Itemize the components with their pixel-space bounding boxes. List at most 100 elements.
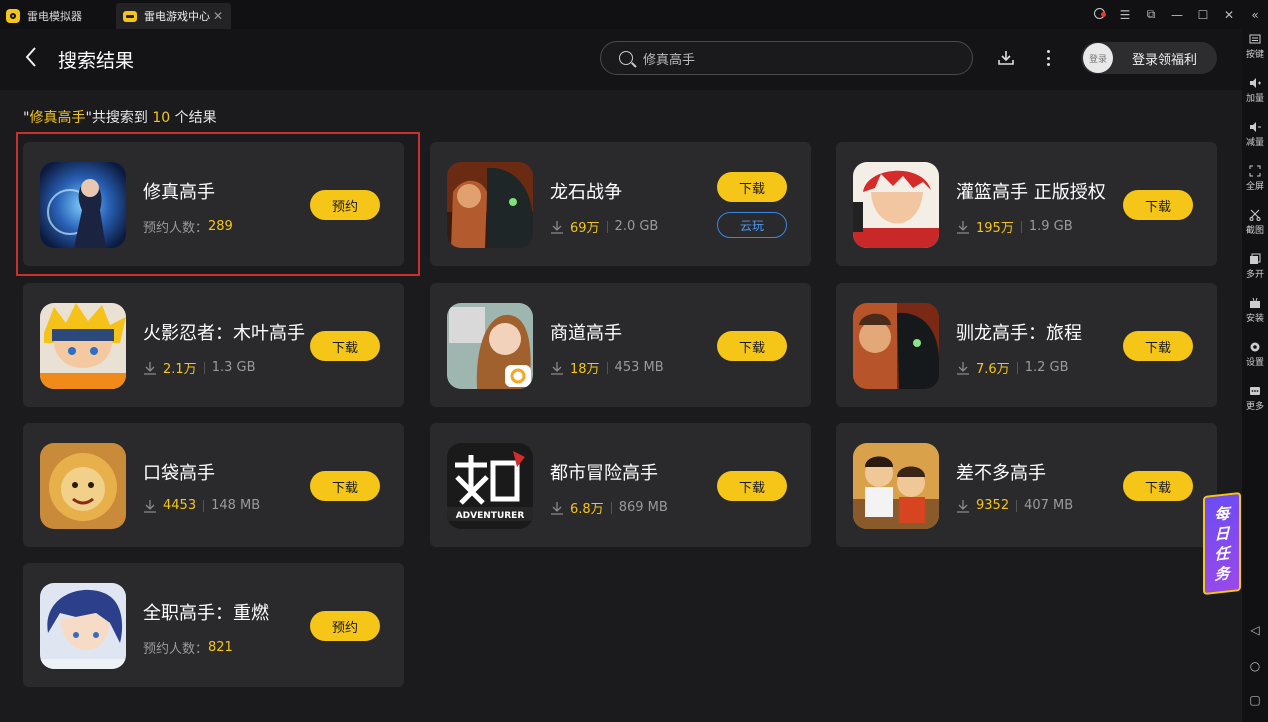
sidebar-item-volume-up[interactable]: 加量 <box>1242 77 1268 104</box>
game-card[interactable]: 火影忍者：木叶高手 2.1万 1.3 GB 下载 <box>23 283 404 407</box>
page-title: 搜索结果 <box>58 50 135 72</box>
download-count-icon <box>551 220 563 234</box>
download-count-icon <box>957 361 969 375</box>
game-card[interactable]: 龙石战争 69万 2.0 GB 下载 云玩 <box>430 142 811 266</box>
download-button[interactable]: 下载 <box>1123 331 1193 361</box>
nav-recents-icon[interactable]: ▢ <box>1242 693 1268 707</box>
sidebar-item-more[interactable]: 更多 <box>1242 385 1268 412</box>
window-controls: ☰ ⧉ — ☐ ✕ « <box>1086 0 1268 29</box>
results-summary: "修真高手"共搜索到 10 个结果 <box>23 110 217 126</box>
result-count: 10 <box>152 110 171 126</box>
avatar: 登录 <box>1083 43 1113 73</box>
fullscreen-icon <box>1249 165 1261 177</box>
game-icon <box>40 303 126 389</box>
game-meta: 2.1万 1.3 GB <box>143 358 256 377</box>
download-count-icon <box>957 499 969 513</box>
nav-back-icon[interactable]: ◁ <box>1242 623 1268 637</box>
game-icon: ADVENTURER <box>447 443 533 529</box>
back-button[interactable] <box>24 46 44 70</box>
game-card[interactable]: 口袋高手 4453 148 MB 下载 <box>23 423 404 547</box>
download-button[interactable]: 下载 <box>717 331 787 361</box>
game-name: 修真高手 <box>143 182 215 203</box>
emulator-sidebar: 按键 加量 减量 全屏 截图 多开 安装 设置 更多 ◁ ○ ▢ <box>1242 29 1268 722</box>
game-icon <box>40 162 126 248</box>
gear-icon <box>1250 342 1260 352</box>
download-count-icon <box>957 220 969 234</box>
game-name: 商道高手 <box>550 323 622 344</box>
download-manager-icon[interactable] <box>997 49 1015 67</box>
tab-emulator[interactable]: 雷电模拟器 <box>0 3 112 29</box>
game-card[interactable]: 商道高手 18万 453 MB 下载 <box>430 283 811 407</box>
game-icon <box>40 443 126 529</box>
sidebar-item-volume-down[interactable]: 减量 <box>1242 121 1268 148</box>
login-button[interactable]: 登录 登录领福利 <box>1081 42 1217 74</box>
user-icon[interactable] <box>1086 7 1112 22</box>
apk-install-icon <box>1250 297 1260 308</box>
game-icon <box>853 162 939 248</box>
download-count-icon <box>551 361 563 375</box>
sidebar-item-settings[interactable]: 设置 <box>1242 341 1268 368</box>
game-meta: 预约人数： 821 <box>143 640 233 657</box>
gamepad-icon <box>123 10 137 22</box>
ldplayer-logo-icon <box>6 9 20 23</box>
reserve-button[interactable]: 预约 <box>310 190 380 220</box>
game-card[interactable]: ADVENTURER 都市冒险高手 6.8万 869 MB 下载 <box>430 423 811 547</box>
download-button[interactable]: 下载 <box>310 331 380 361</box>
close-window-icon[interactable]: ✕ <box>1216 8 1242 22</box>
game-meta: 6.8万 869 MB <box>550 498 668 517</box>
download-button[interactable]: 下载 <box>310 471 380 501</box>
game-meta: 9352 407 MB <box>956 498 1073 513</box>
sidebar-item-install[interactable]: 安装 <box>1242 297 1268 324</box>
icon-art-text: ADVENTURER <box>456 511 525 521</box>
download-button[interactable]: 下载 <box>1123 190 1193 220</box>
game-name: 都市冒险高手 <box>550 463 658 484</box>
game-card[interactable]: 灌篮高手 正版授权 195万 1.9 GB 下载 <box>836 142 1217 266</box>
search-input[interactable] <box>643 50 943 66</box>
game-meta: 195万 1.9 GB <box>956 217 1073 236</box>
search-query: 修真高手 <box>29 110 86 126</box>
search-icon <box>619 51 633 65</box>
sidebar-item-screenshot[interactable]: 截图 <box>1242 209 1268 236</box>
search-box[interactable] <box>600 41 973 75</box>
pin-window-icon[interactable]: ⧉ <box>1138 7 1164 22</box>
game-card[interactable]: 全职高手：重燃 预约人数： 821 预约 <box>23 563 404 687</box>
menu-icon[interactable]: ☰ <box>1112 8 1138 22</box>
keyboard-icon <box>1249 34 1261 44</box>
game-name: 灌篮高手 正版授权 <box>956 182 1106 203</box>
close-tab-icon[interactable]: ✕ <box>213 9 223 23</box>
game-name: 全职高手：重燃 <box>143 603 269 624</box>
game-icon <box>853 303 939 389</box>
sidebar-item-fullscreen[interactable]: 全屏 <box>1242 165 1268 192</box>
scissors-icon <box>1249 209 1261 221</box>
more-options-icon[interactable] <box>1044 48 1052 68</box>
reserve-button[interactable]: 预约 <box>310 611 380 641</box>
game-meta: 4453 148 MB <box>143 498 260 513</box>
game-meta: 7.6万 1.2 GB <box>956 358 1069 377</box>
collapse-sidebar-icon[interactable]: « <box>1242 8 1268 22</box>
nav-home-icon[interactable]: ○ <box>1242 659 1268 673</box>
game-name: 驯龙高手：旅程 <box>956 323 1082 344</box>
daily-task-badge[interactable]: 每 日 任 务 <box>1203 492 1241 595</box>
multi-window-icon <box>1250 253 1261 264</box>
minimize-icon[interactable]: — <box>1164 8 1190 22</box>
login-label: 登录领福利 <box>1132 52 1198 68</box>
chevron-left-icon <box>25 47 36 67</box>
sidebar-item-multi-instance[interactable]: 多开 <box>1242 253 1268 280</box>
game-card[interactable]: 差不多高手 9352 407 MB 下载 <box>836 423 1217 547</box>
maximize-icon[interactable]: ☐ <box>1190 8 1216 22</box>
download-button[interactable]: 下载 <box>717 471 787 501</box>
game-icon <box>447 303 533 389</box>
tab-game-center[interactable]: 雷电游戏中心 ✕ <box>116 3 231 29</box>
game-icon <box>447 162 533 248</box>
cloud-play-button[interactable]: 云玩 <box>717 212 787 238</box>
game-name: 口袋高手 <box>143 463 215 484</box>
sidebar-item-keymap[interactable]: 按键 <box>1242 33 1268 60</box>
game-card[interactable]: 修真高手 预约人数： 289 预约 <box>23 142 404 266</box>
tab-label: 雷电模拟器 <box>27 10 82 23</box>
download-count-icon <box>551 501 563 515</box>
game-card[interactable]: 驯龙高手：旅程 7.6万 1.2 GB 下载 <box>836 283 1217 407</box>
download-button[interactable]: 下载 <box>717 172 787 202</box>
download-button[interactable]: 下载 <box>1123 471 1193 501</box>
download-count-icon <box>144 361 156 375</box>
more-icon <box>1250 387 1260 395</box>
